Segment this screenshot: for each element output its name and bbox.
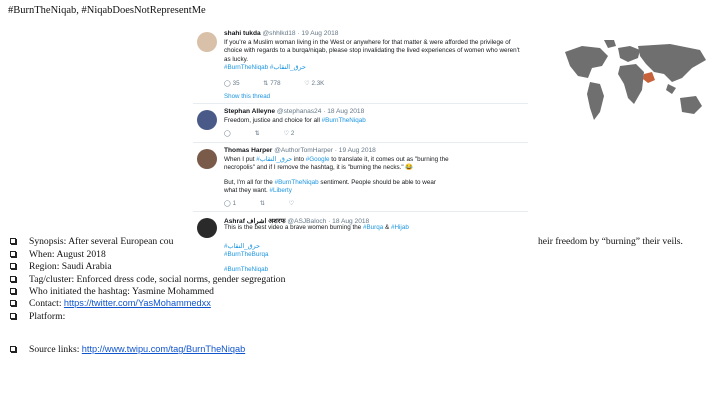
platform-text: Platform: — [29, 311, 66, 322]
tweet-text: This is the best video a brave women bur… — [224, 224, 524, 232]
reply-count: 35 — [232, 80, 240, 87]
checkbox-bullet-icon — [10, 251, 17, 258]
retweet-count: 778 — [270, 80, 281, 87]
bullet-synopsis: Synopsis: After several European cou — [10, 236, 173, 247]
contact-link[interactable]: https://twitter.com/YasMohammedxx — [64, 298, 211, 308]
avatar — [197, 149, 217, 169]
tweet-text-fragment: what they want. — [224, 186, 268, 194]
tweet-text-fragment: into — [293, 156, 304, 163]
hashtag[interactable]: #BurnTheBurqa — [224, 251, 268, 258]
bullet-source: Source links: http://www.twipu.com/tag/B… — [10, 344, 245, 355]
source-link[interactable]: http://www.twipu.com/tag/BurnTheNiqab — [82, 344, 245, 354]
show-thread-link[interactable]: Show this thread — [224, 93, 270, 100]
tweet[interactable]: Stephan Alleyne @stephanas24 · 18 Aug 20… — [193, 105, 528, 143]
synopsis-continuation: heir freedom by “burning” their veils. — [538, 236, 683, 247]
source-label: Source links: — [29, 344, 80, 355]
tweet-body: If you're a Muslim woman living in the W… — [224, 39, 520, 63]
like-icon[interactable]: ♡ 2.3K — [304, 80, 324, 87]
tweet-header: Stephan Alleyne @stephanas24 · 18 Aug 20… — [224, 108, 364, 115]
bullet-when: When: August 2018 — [10, 249, 106, 260]
checkbox-bullet-icon — [10, 313, 17, 320]
hashtag[interactable]: #BurnTheNiqab — [224, 266, 268, 273]
hashtag[interactable]: #BurnTheNiqab — [275, 179, 319, 186]
bullet-tag-cluster: Tag/cluster: Enforced dress code, social… — [10, 274, 285, 285]
checkbox-bullet-icon — [10, 288, 17, 295]
tweet-author-name: Stephan Alleyne — [224, 108, 276, 115]
checkbox-bullet-icon — [10, 276, 17, 283]
tweet-text-fragment: This is the best video a brave women bur… — [224, 224, 362, 231]
hashtag[interactable]: #BurnTheNiqab — [322, 117, 366, 124]
checkbox-bullet-icon — [10, 263, 17, 270]
bullet-initiator: Who initiated the hashtag: Yasmine Moham… — [10, 286, 214, 297]
initiator-text: Who initiated the hashtag: Yasmine Moham… — [29, 286, 214, 297]
hashtag[interactable]: #Hijab — [391, 224, 409, 231]
hashtags[interactable]: #BurnTheNiqab #حرق_النقاب — [224, 64, 306, 71]
bullet-platform: Platform: — [10, 311, 65, 322]
tweet[interactable]: Thomas Harper @AuthorTomHarper · 19 Aug … — [193, 144, 528, 212]
tweet-header: Thomas Harper @AuthorTomHarper · 19 Aug … — [224, 147, 376, 154]
hashtag[interactable]: #Liberty — [270, 187, 292, 194]
reply-icon[interactable]: ◯ 1 — [224, 200, 236, 207]
like-count: 2.3K — [311, 80, 325, 87]
tweet-text-fragment: But, I'm all for the — [224, 178, 273, 186]
reply-icon[interactable]: ◯ 35 — [224, 80, 240, 87]
tweet-text-fragment: sentiment. People should be able to wear — [320, 178, 436, 186]
like-icon[interactable]: ♡ — [289, 200, 295, 207]
tweet-author-name: Thomas Harper — [224, 147, 273, 154]
hashtag[interactable]: #حرق_النقاب — [256, 156, 292, 163]
checkbox-bullet-icon — [10, 238, 17, 245]
avatar — [197, 110, 217, 130]
bullet-contact: Contact: https://twitter.com/YasMohammed… — [10, 298, 211, 309]
tweet-meta: @stephanas24 · 18 Aug 2018 — [276, 108, 365, 115]
tweet-header: shahi tukda @shhlkd18 · 19 Aug 2018 — [224, 30, 338, 37]
like-icon[interactable]: ♡ 2 — [284, 130, 295, 137]
tweet-text: When I put #حرق_النقاب into #Google to t… — [224, 156, 524, 195]
tweet-text-fragment: to translate it, it comes out as "burnin… — [331, 156, 449, 163]
tweet-hashtag-block: #حرق_النقاب #BurnTheBurqa #BurnTheNiqab — [224, 243, 374, 274]
avatar — [197, 218, 217, 238]
tweet-thread-screenshot: shahi tukda @shhlkd18 · 19 Aug 2018 If y… — [193, 27, 528, 290]
tweet[interactable]: shahi tukda @shhlkd18 · 19 Aug 2018 If y… — [193, 27, 528, 104]
checkbox-bullet-icon — [10, 300, 17, 307]
bullet-region: Region: Saudi Arabia — [10, 261, 112, 272]
reply-count: 1 — [232, 200, 237, 207]
contact-label: Contact: — [29, 298, 62, 309]
like-count: 2 — [290, 130, 295, 137]
slide-title: #BurnTheNiqab, #NiqabDoesNotRepresentMe — [8, 5, 206, 16]
tweet-text-fragment: necropolis" and if I remove the hashtag,… — [224, 164, 414, 172]
tweet-meta: @shhlkd18 · 19 Aug 2018 — [262, 30, 339, 37]
tweet-text: Freedom, justice and choice for all #Bur… — [224, 117, 524, 125]
tweet-text: If you're a Muslim woman living in the W… — [224, 39, 524, 72]
synopsis-text: Synopsis: After several European cou — [29, 236, 174, 247]
avatar — [197, 32, 217, 52]
tweet-text-fragment: & — [385, 224, 390, 231]
hashtag[interactable]: #Burqa — [363, 224, 383, 231]
region-text: Region: Saudi Arabia — [29, 261, 112, 272]
when-text: When: August 2018 — [29, 249, 106, 260]
tweet-actions: ◯ 1 ⇅ ♡ — [224, 200, 316, 207]
hashtag[interactable]: #Google — [306, 156, 330, 163]
tag-cluster-text: Tag/cluster: Enforced dress code, social… — [29, 274, 286, 285]
retweet-icon[interactable]: ⇅ 778 — [263, 80, 280, 87]
retweet-icon[interactable]: ⇅ — [260, 200, 265, 207]
hashtag[interactable]: #حرق_النقاب — [224, 243, 260, 250]
checkbox-bullet-icon — [10, 346, 17, 353]
tweet-body: Freedom, justice and choice for all — [224, 117, 320, 124]
tweet-actions: ◯ 35 ⇅ 778 ♡ 2.3K — [224, 80, 346, 87]
tweet-text-fragment: When I put — [224, 156, 255, 163]
world-map-icon — [565, 40, 706, 120]
tweet-actions: ◯ ⇅ ♡ 2 — [224, 130, 316, 137]
reply-icon[interactable]: ◯ — [224, 130, 231, 137]
tweet-author-name: shahi tukda — [224, 30, 261, 37]
retweet-icon[interactable]: ⇅ — [255, 130, 260, 137]
tweet-meta: @AuthorTomHarper · 19 Aug 2018 — [274, 147, 376, 154]
